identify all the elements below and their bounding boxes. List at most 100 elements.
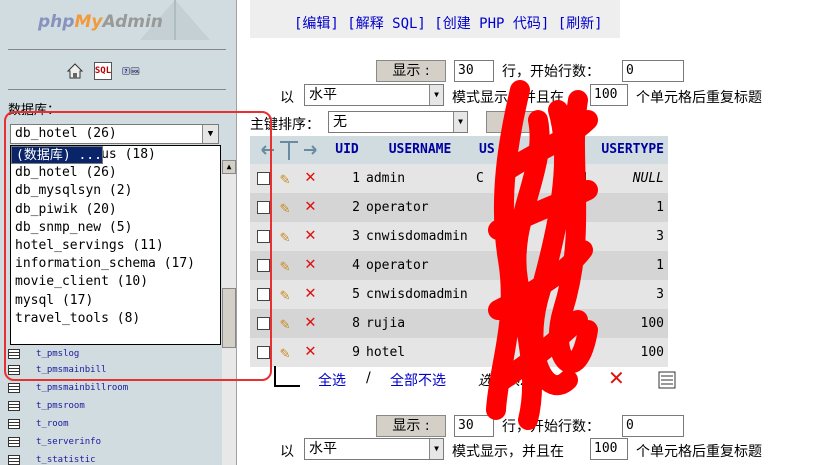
export-selected-icon[interactable] (658, 371, 676, 389)
cell-uid: 3 (352, 229, 360, 244)
repeat-header-label: 个单元格后重复标题 (636, 90, 762, 106)
database-dropdown-list[interactable]: (数据库) ... db_freeradius (18) db_hotel (2… (10, 145, 221, 345)
database-option[interactable]: db_mysqlsyn (2) (11, 182, 220, 200)
table-list-item[interactable]: t_pmsmainbill (8, 361, 106, 379)
delete-selected-icon[interactable]: ✕ (608, 366, 625, 390)
content-frame: [编辑] [解释 SQL] [创建 PHP 代码] [刷新] 显示 : 30 行… (238, 0, 835, 465)
deselect-all-link[interactable]: 全部不选 (390, 370, 446, 390)
docs-icon[interactable]: ? SQL (122, 62, 140, 80)
database-option[interactable]: mysql (17) (11, 292, 220, 310)
table-row: ✎ ✕ 8 rujia 100 (250, 309, 668, 338)
table-icon[interactable] (8, 455, 20, 465)
table-list-item[interactable]: t_statistic (8, 451, 96, 465)
row-checkbox[interactable] (257, 230, 270, 243)
row-checkbox[interactable] (257, 172, 270, 185)
select-all-link[interactable]: 全选 (318, 370, 346, 390)
column-arrange-icon[interactable] (250, 136, 330, 164)
start-row-input[interactable]: 0 (622, 60, 684, 82)
database-option[interactable]: movie_client (10) (11, 273, 220, 291)
sort-select[interactable]: 无 ▼ (328, 111, 468, 133)
divider (8, 89, 226, 90)
start-row-input[interactable]: 0 (622, 415, 684, 437)
cell-uid: 2 (352, 200, 360, 215)
select-arrow-icon (274, 366, 300, 387)
cell-usertype: 3 (656, 229, 664, 244)
scrollbar[interactable]: ▲ (222, 160, 236, 465)
cell-uid: 5 (352, 287, 360, 302)
home-icon[interactable] (66, 62, 84, 80)
delete-x-icon[interactable]: ✕ (305, 253, 316, 274)
table-icon[interactable] (8, 383, 20, 393)
rows-count-input[interactable]: 30 (454, 60, 494, 82)
edit-pencil-icon[interactable]: ✎ (280, 343, 290, 362)
query-links[interactable]: [编辑] [解释 SQL] [创建 PHP 代码] [刷新] (294, 13, 603, 33)
delete-x-icon[interactable]: ✕ (305, 166, 316, 187)
row-checkbox[interactable] (257, 201, 270, 214)
database-option[interactable]: travel_tools (8) (11, 310, 220, 328)
edit-pencil-icon[interactable]: ✎ (280, 227, 290, 246)
edit-pencil-icon[interactable]: ✎ (280, 169, 290, 188)
database-select-value: db_hotel (26) (15, 126, 117, 141)
separator: / (366, 370, 371, 386)
delete-x-icon[interactable]: ✕ (305, 340, 316, 361)
table-icon[interactable] (8, 349, 20, 359)
display-mode-select[interactable]: 水平 ▼ (304, 438, 444, 460)
sql-query-icon[interactable]: SQL (94, 62, 112, 80)
repeat-header-input[interactable]: 100 (590, 438, 628, 460)
display-mode-select[interactable]: 水平 ▼ (304, 84, 444, 106)
edit-pencil-icon[interactable]: ✎ (280, 198, 290, 217)
cell-username: cnwisdomadmin (366, 287, 468, 302)
database-option[interactable]: db_hotel (26) (11, 164, 220, 182)
table-icon[interactable] (8, 365, 20, 375)
delete-x-icon[interactable]: ✕ (305, 195, 316, 216)
table-icon[interactable] (8, 437, 20, 447)
scroll-up-icon[interactable]: ▲ (222, 160, 236, 174)
delete-x-icon[interactable]: ✕ (305, 224, 316, 245)
phpmyadmin-logo[interactable]: phpMyAdmin (38, 12, 163, 32)
row-checkbox[interactable] (257, 259, 270, 272)
table-list-item[interactable]: t_serverinfo (8, 433, 101, 451)
show-button[interactable]: 显示 : (376, 60, 446, 82)
sort-label: 主键排序： (250, 117, 320, 133)
table-list-item[interactable]: t_pmsroom (8, 397, 85, 415)
svg-text:SQL: SQL (132, 70, 140, 74)
table-row: ✎ ✕ 1 admin C el NULL (250, 164, 668, 193)
column-header-username[interactable]: USERNAME (364, 136, 476, 164)
database-option[interactable]: db_piwik (20) (11, 201, 220, 219)
table-row: ✎ ✕ 3 cnwisdomadmin 3 (250, 222, 668, 251)
database-select[interactable]: db_hotel (26) ▼ (10, 124, 219, 144)
mode-label: 模式显示，并且在 (452, 444, 564, 460)
column-header-usertype[interactable]: USERTYPE (596, 136, 668, 164)
show-button[interactable]: 显示 : (376, 415, 446, 437)
database-option[interactable]: db_snmp_new (5) (11, 219, 220, 237)
chevron-down-icon[interactable]: ▼ (429, 439, 443, 459)
row-checkbox[interactable] (257, 317, 270, 330)
database-option[interactable]: information_schema (17) (11, 255, 220, 273)
cell-usertype: NULL (632, 171, 664, 186)
table-row: ✎ ✕ 2 operator 1 (250, 193, 668, 222)
cell-username: admin (366, 171, 406, 186)
chevron-down-icon[interactable]: ▼ (429, 85, 443, 105)
table-icon[interactable] (8, 419, 20, 429)
table-icon[interactable] (8, 401, 20, 411)
cell-uid: 4 (352, 258, 360, 273)
navigation-frame: phpMyAdmin SQL ? SQL 数据库： db_hotel (26) ▼… (0, 0, 237, 465)
scrollbar-thumb[interactable] (222, 288, 236, 348)
database-option[interactable]: hotel_servings (11) (11, 237, 220, 255)
cell-username: rujia (366, 316, 406, 331)
delete-x-icon[interactable]: ✕ (305, 282, 316, 303)
edit-pencil-icon[interactable]: ✎ (280, 256, 290, 275)
edit-pencil-icon[interactable]: ✎ (280, 285, 290, 304)
cell-uid: 8 (352, 316, 360, 331)
table-list-item[interactable]: t_room (8, 415, 69, 433)
delete-x-icon[interactable]: ✕ (305, 311, 316, 332)
chevron-down-icon[interactable]: ▼ (453, 112, 467, 132)
database-option[interactable]: (数据库) ... (11, 146, 103, 165)
chevron-down-icon[interactable]: ▼ (202, 125, 218, 143)
column-arrange-header[interactable] (250, 136, 330, 164)
row-checkbox[interactable] (257, 346, 270, 359)
column-header-uid[interactable]: UID (330, 136, 364, 164)
table-list-item[interactable]: t_pmsmainbillroom (8, 379, 128, 397)
edit-pencil-icon[interactable]: ✎ (280, 314, 290, 333)
row-checkbox[interactable] (257, 288, 270, 301)
